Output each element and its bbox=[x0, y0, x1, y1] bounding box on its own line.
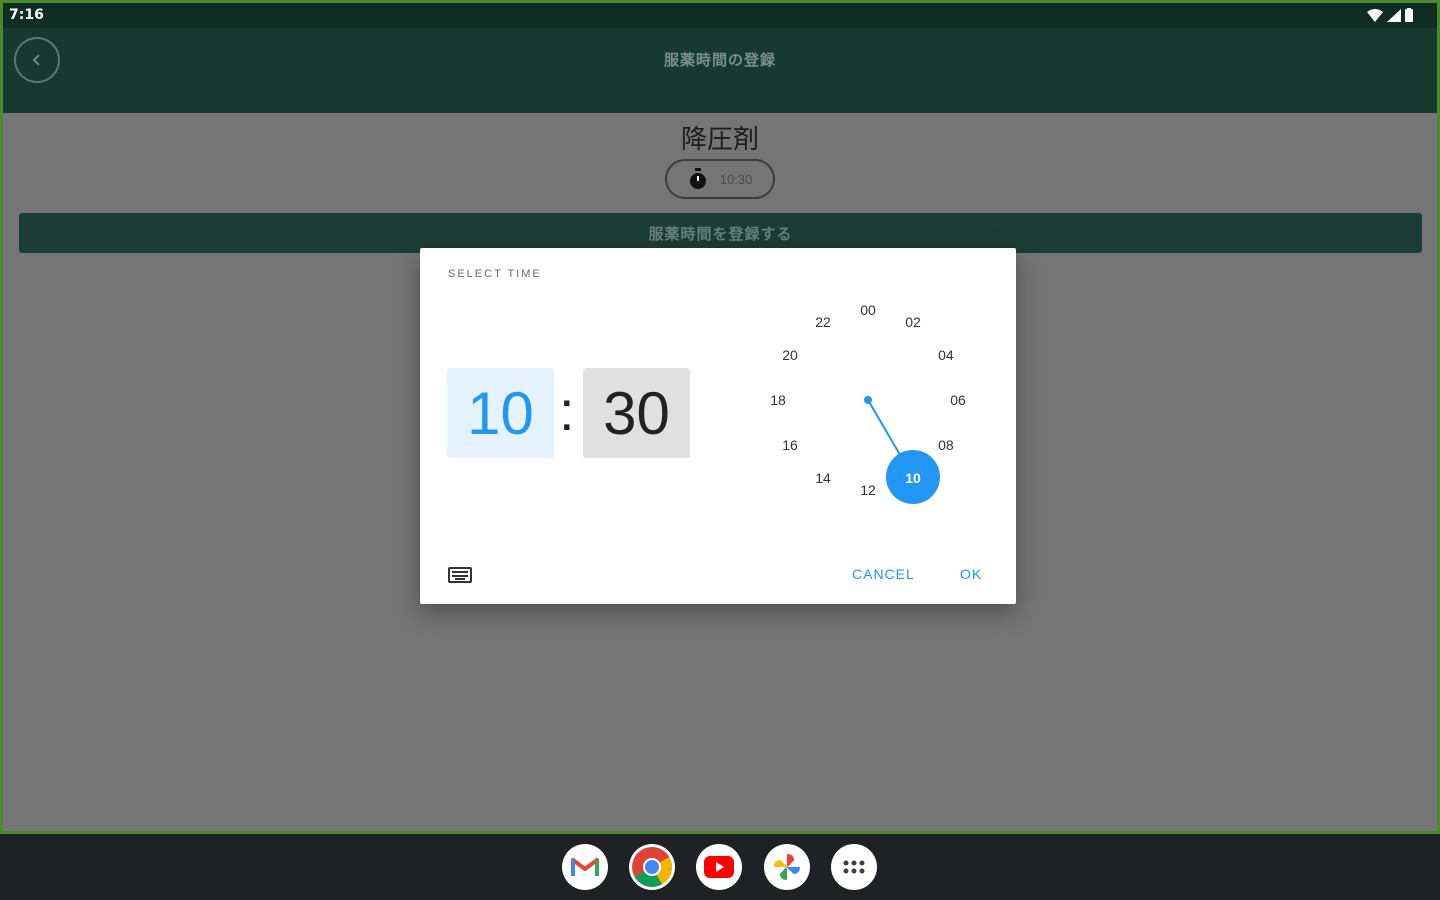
clock-number-22[interactable]: 22 bbox=[808, 312, 838, 332]
dialog-title: SELECT TIME bbox=[448, 268, 542, 280]
clock-face[interactable]: 00 02 04 06 08 10 12 14 16 18 20 22 bbox=[756, 294, 980, 518]
status-bar: 7:16 bbox=[3, 3, 1437, 28]
clock-number-10[interactable]: 10 bbox=[898, 468, 928, 488]
clock-number-00[interactable]: 00 bbox=[853, 300, 883, 320]
clock-number-04[interactable]: 04 bbox=[931, 345, 961, 365]
clock-number-14[interactable]: 14 bbox=[808, 468, 838, 488]
clock-number-06[interactable]: 06 bbox=[943, 390, 973, 410]
keyboard-toggle-button[interactable] bbox=[448, 566, 472, 584]
signal-icon bbox=[1387, 8, 1401, 22]
page-title: 服薬時間の登録 bbox=[663, 52, 776, 69]
status-time: 7:16 bbox=[9, 7, 44, 23]
time-chip-label: 10:30 bbox=[719, 171, 753, 187]
battery-icon bbox=[1405, 8, 1413, 22]
clock-number-02[interactable]: 02 bbox=[898, 312, 928, 332]
cancel-button[interactable]: CANCEL bbox=[852, 566, 915, 582]
clock-number-16[interactable]: 16 bbox=[775, 435, 805, 455]
clock-number-08[interactable]: 08 bbox=[931, 435, 961, 455]
register-time-button[interactable]: 服薬時間を登録する bbox=[19, 213, 1422, 253]
chrome-icon[interactable] bbox=[629, 844, 675, 890]
register-time-label: 服薬時間を登録する bbox=[648, 225, 793, 243]
gmail-icon[interactable] bbox=[562, 844, 608, 890]
app-launcher-icon[interactable] bbox=[831, 844, 877, 890]
hour-display[interactable]: 10 bbox=[447, 368, 554, 458]
clock-number-18[interactable]: 18 bbox=[763, 390, 793, 410]
app-bar: 服薬時間の登録 bbox=[3, 28, 1437, 113]
clock-center bbox=[864, 396, 872, 404]
time-picker-dialog: SELECT TIME 10 : 30 00 02 04 06 08 10 12 14 16 18… bbox=[420, 248, 1016, 604]
medication-name: 降圧剤 bbox=[680, 125, 759, 155]
minute-display[interactable]: 30 bbox=[583, 368, 690, 458]
photos-icon[interactable] bbox=[764, 844, 810, 890]
time-separator: : bbox=[559, 379, 575, 442]
keyboard-icon bbox=[448, 567, 472, 583]
wifi-icon bbox=[1367, 8, 1383, 22]
time-chip[interactable]: 10:30 bbox=[665, 159, 775, 199]
ok-button[interactable]: OK bbox=[960, 566, 982, 582]
taskbar bbox=[0, 834, 1440, 900]
clock-number-12[interactable]: 12 bbox=[853, 480, 883, 500]
stopwatch-icon bbox=[689, 168, 706, 189]
status-icons bbox=[1367, 8, 1413, 22]
youtube-icon[interactable] bbox=[696, 844, 742, 890]
clock-number-20[interactable]: 20 bbox=[775, 345, 805, 365]
